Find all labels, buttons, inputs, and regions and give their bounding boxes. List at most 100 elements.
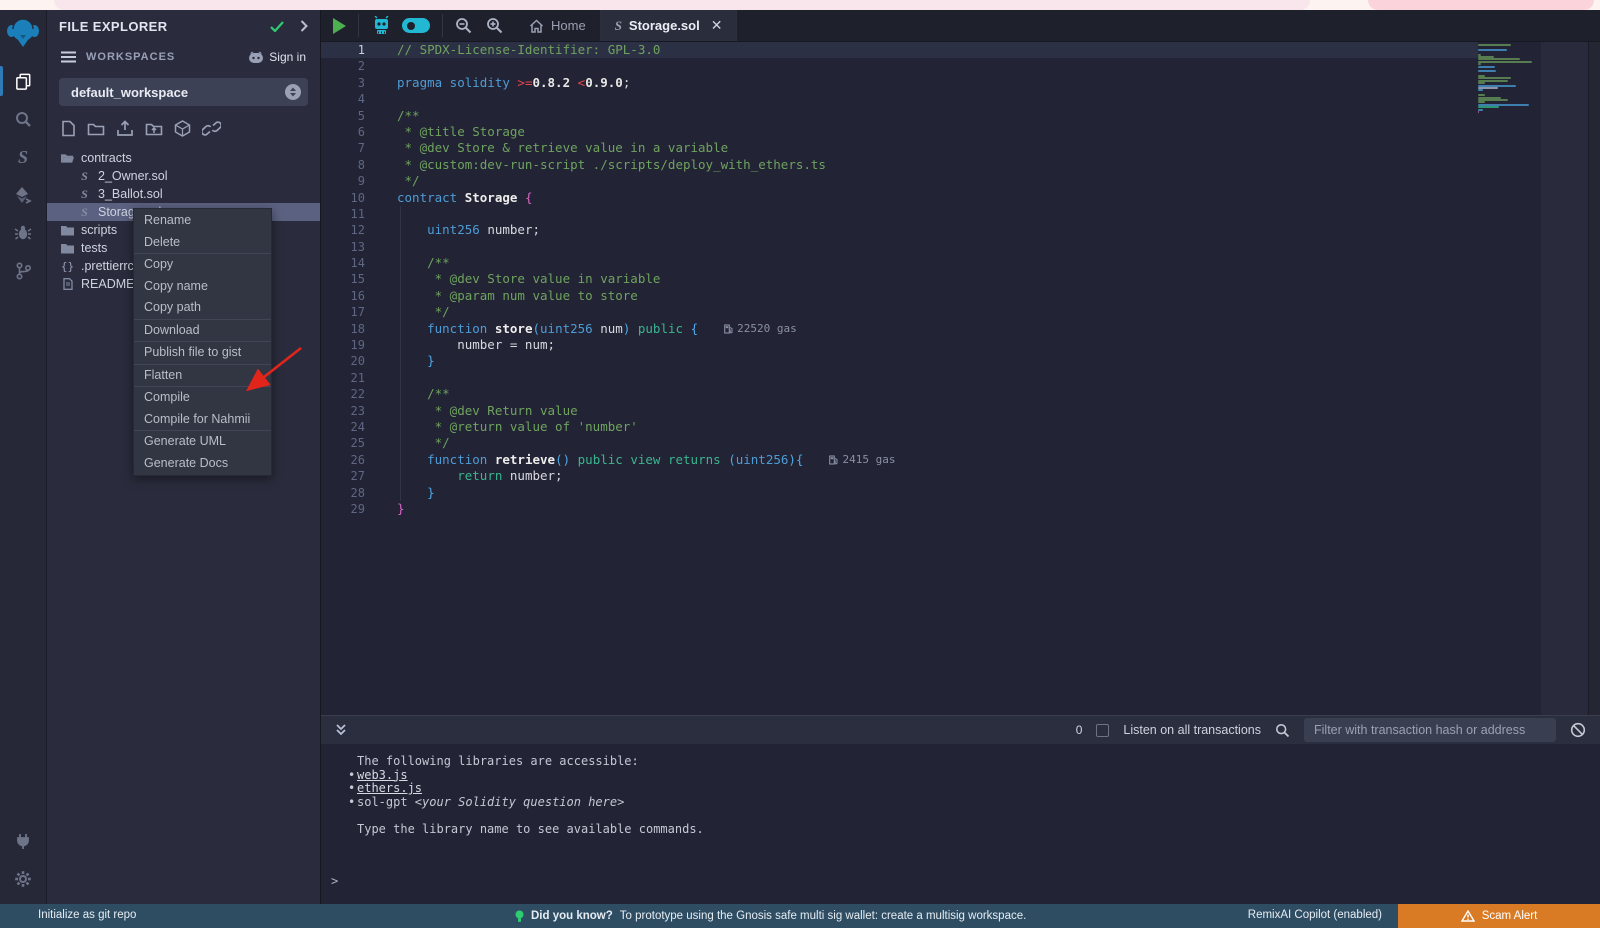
sidebar-item-deploy-run[interactable] (0, 176, 47, 214)
code-text: function store(uint256 num) public {2252… (379, 321, 797, 337)
context-menu-item-download[interactable]: Download (134, 320, 271, 342)
close-tab-icon[interactable]: ✕ (711, 17, 723, 34)
context-menu-item-compile-for-nahmii[interactable]: Compile for Nahmii (134, 409, 271, 431)
upload-files-icon[interactable] (116, 120, 134, 137)
search-icon (14, 110, 32, 128)
tab-storage-sol[interactable]: S Storage.sol ✕ (601, 10, 738, 41)
code-line[interactable]: 29} (321, 501, 1478, 517)
copilot-toggle[interactable] (402, 18, 430, 33)
code-line[interactable]: 17 */ (321, 304, 1478, 320)
terminal-link[interactable]: web3.js (357, 768, 408, 782)
context-menu-item-compile[interactable]: Compile (134, 387, 271, 409)
minimap-slider[interactable] (1541, 42, 1589, 715)
context-menu-item-copy-name[interactable]: Copy name (134, 276, 271, 298)
tab-home[interactable]: Home (515, 10, 601, 41)
editor-scrollbar[interactable] (1588, 42, 1600, 715)
scam-alert-button[interactable]: Scam Alert (1398, 904, 1600, 928)
transaction-filter-input[interactable] (1304, 718, 1556, 742)
context-menu-item-copy-path[interactable]: Copy path (134, 297, 271, 319)
zoom-out-icon[interactable] (455, 17, 472, 34)
code-line[interactable]: 22 /** (321, 386, 1478, 402)
code-line[interactable]: 12 uint256 number; (321, 222, 1478, 238)
code-line[interactable]: 2 (321, 58, 1478, 74)
code-text: * @param num value to store (379, 288, 638, 304)
context-menu-item-flatten[interactable]: Flatten (134, 365, 271, 387)
chevron-right-icon[interactable] (300, 20, 308, 32)
code-line[interactable]: 5/** (321, 108, 1478, 124)
code-line[interactable]: 4 (321, 91, 1478, 107)
sidebar-item-debugger[interactable] (0, 214, 47, 252)
new-file-icon[interactable] (61, 120, 76, 137)
upload-folder-icon[interactable] (145, 121, 163, 136)
new-folder-icon[interactable] (87, 121, 105, 136)
code-line[interactable]: 11 (321, 206, 1478, 222)
code-line[interactable]: 10contract Storage { (321, 190, 1478, 206)
terminal-link[interactable]: ethers.js (357, 781, 422, 795)
code-line[interactable]: 20 } (321, 353, 1478, 369)
code-line[interactable]: 26 function retrieve() public view retur… (321, 452, 1478, 468)
file-tree-item[interactable]: S3_Ballot.sol (47, 185, 320, 203)
hamburger-menu-icon[interactable] (61, 51, 76, 63)
code-line[interactable]: 19 number = num; (321, 337, 1478, 353)
code-line[interactable]: 13 (321, 239, 1478, 255)
bug-icon (14, 224, 32, 242)
check-icon[interactable] (270, 21, 284, 32)
code-line[interactable]: 18 function store(uint256 num) public {2… (321, 321, 1478, 337)
listen-checkbox[interactable] (1096, 724, 1109, 737)
run-script-button[interactable] (333, 18, 346, 34)
code-line[interactable]: 27 return number; (321, 468, 1478, 484)
folder-icon (61, 225, 74, 236)
line-number: 27 (321, 468, 379, 484)
transaction-count: 0 (1076, 723, 1083, 737)
workspace-select[interactable]: default_workspace (59, 78, 308, 106)
plug-icon (14, 832, 32, 850)
code-line[interactable]: 14 /** (321, 255, 1478, 271)
context-menu-item-generate-docs[interactable]: Generate Docs (134, 453, 271, 475)
context-menu-item-generate-uml[interactable]: Generate UML (134, 431, 271, 453)
sidebar-item-git[interactable] (0, 252, 47, 290)
ipfs-cube-icon[interactable] (174, 120, 191, 137)
code-editor[interactable]: 1// SPDX-License-Identifier: GPL-3.023pr… (321, 42, 1600, 715)
file-tree-item[interactable]: S2_Owner.sol (47, 167, 320, 185)
copilot-status[interactable]: RemixAI Copilot (enabled) (1248, 909, 1382, 921)
sidebar-item-settings[interactable] (0, 860, 47, 898)
did-you-know-tip: Did you know? To prototype using the Gno… (515, 904, 1026, 928)
git-init-button[interactable]: Initialize as git repo (38, 909, 136, 921)
code-line[interactable]: 15 * @dev Store value in variable (321, 271, 1478, 287)
code-line[interactable]: 23 * @dev Return value (321, 403, 1478, 419)
sidebar-item-solidity-compiler[interactable]: S (0, 138, 47, 176)
remixai-robot-icon[interactable] (371, 16, 392, 36)
context-menu-item-rename[interactable]: Rename (134, 210, 271, 232)
sign-in-button[interactable]: Sign in (248, 50, 306, 64)
clear-console-icon[interactable] (1570, 722, 1586, 738)
context-menu-item-copy[interactable]: Copy (134, 254, 271, 276)
terminal-search-icon[interactable] (1275, 723, 1290, 738)
line-number: 2 (321, 58, 379, 74)
context-menu-item-publish-file-to-gist[interactable]: Publish file to gist (134, 342, 271, 364)
code-text: */ (379, 435, 450, 451)
code-line[interactable]: 1// SPDX-License-Identifier: GPL-3.0 (321, 42, 1478, 58)
terminal-output[interactable]: The following libraries are accessible:•… (321, 744, 1600, 904)
code-line[interactable]: 8 * @custom:dev-run-script ./scripts/dep… (321, 157, 1478, 173)
code-line[interactable]: 24 * @return value of 'number' (321, 419, 1478, 435)
line-number: 24 (321, 419, 379, 435)
code-line[interactable]: 3pragma solidity >=0.8.2 <0.9.0; (321, 75, 1478, 91)
sidebar-item-search[interactable] (0, 100, 47, 138)
sidebar-item-plugin-manager[interactable] (0, 822, 47, 860)
file-tree-item[interactable]: contracts (47, 149, 320, 167)
code-line[interactable]: 16 * @param num value to store (321, 288, 1478, 304)
code-line[interactable]: 28 } (321, 485, 1478, 501)
code-line[interactable]: 25 */ (321, 435, 1478, 451)
code-line[interactable]: 9 */ (321, 173, 1478, 189)
code-line[interactable]: 6 * @title Storage (321, 124, 1478, 140)
collapse-terminal-icon[interactable] (335, 723, 347, 737)
file-explorer-toolbar (61, 120, 320, 137)
link-icon[interactable] (202, 121, 221, 136)
code-line[interactable]: 21 (321, 370, 1478, 386)
terminal-prompt[interactable]: > (331, 875, 338, 889)
sidebar-item-file-explorer[interactable] (0, 62, 47, 100)
context-menu-item-delete[interactable]: Delete (134, 232, 271, 254)
minimap[interactable] (1478, 44, 1534, 113)
zoom-in-icon[interactable] (486, 17, 503, 34)
code-line[interactable]: 7 * @dev Store & retrieve value in a var… (321, 140, 1478, 156)
